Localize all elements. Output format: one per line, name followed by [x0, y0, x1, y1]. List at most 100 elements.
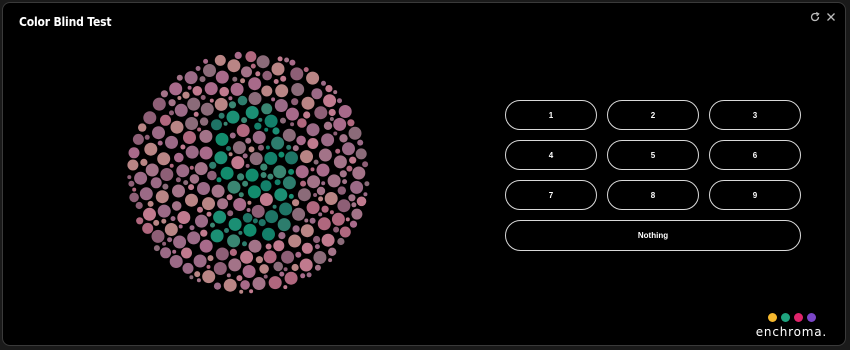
plate-dot [175, 177, 181, 183]
refresh-icon[interactable] [809, 11, 821, 23]
plate-dot [258, 144, 264, 151]
plate-dot [162, 241, 167, 246]
plate-dot [213, 262, 227, 275]
plate-dot [165, 135, 178, 149]
answer-button-2[interactable]: 2 [607, 100, 699, 130]
plate-dot [291, 263, 299, 272]
plate-dot [189, 174, 200, 184]
plate-dot [239, 289, 244, 294]
plate-dot [214, 151, 228, 165]
plate-dot [227, 234, 241, 248]
plate-dot [267, 173, 274, 180]
answer-button-3[interactable]: 3 [709, 100, 801, 130]
plate-dot [162, 183, 169, 190]
plate-dot [273, 79, 279, 84]
plate-dot [128, 180, 135, 187]
answer-button-1[interactable]: 1 [505, 100, 597, 130]
plate-dot [317, 217, 331, 231]
plate-dot [363, 192, 368, 197]
plate-dot [237, 95, 248, 106]
plate-dot [234, 51, 242, 59]
plate-dot [350, 180, 364, 194]
plate-dot [274, 179, 281, 186]
plate-dot [213, 210, 227, 224]
close-icon[interactable] [825, 11, 837, 23]
answer-button-8[interactable]: 8 [607, 180, 699, 210]
plate-dot [168, 99, 176, 107]
plate-dot [144, 134, 150, 140]
plate-dot [262, 70, 272, 81]
answer-button-4[interactable]: 4 [505, 140, 597, 170]
plate-dot [348, 126, 362, 140]
plate-dot [273, 165, 287, 179]
plate-dot [185, 117, 199, 130]
plate-dot [291, 83, 305, 96]
plate-dot [226, 146, 231, 151]
plate-dot [214, 97, 228, 111]
plate-dot [223, 121, 228, 126]
plate-dot [307, 175, 321, 189]
plate-dot [277, 218, 291, 232]
plate-dot [248, 146, 255, 153]
plate-dot [143, 207, 156, 221]
plate-dot [176, 164, 190, 178]
answer-button-5[interactable]: 5 [607, 140, 699, 170]
plate-dot [232, 76, 238, 82]
plate-dot [139, 187, 153, 201]
plate-dot [355, 148, 367, 160]
plate-dot [337, 186, 346, 195]
plate-dot [226, 194, 233, 201]
plate-dot [260, 163, 268, 171]
plate-dot [160, 90, 168, 98]
plate-dot [318, 148, 332, 162]
plate-dot [127, 175, 132, 180]
plate-dot [264, 114, 278, 128]
plate-dot [129, 192, 139, 203]
answer-button-9[interactable]: 9 [709, 180, 801, 210]
plate-dot [263, 250, 277, 264]
plate-dot [256, 55, 270, 69]
ishihara-plate [127, 51, 370, 294]
plate-dot [164, 223, 178, 236]
plate-dot [337, 237, 345, 246]
plate-dot [209, 161, 217, 169]
plate-dot [313, 159, 319, 165]
plate-dot [197, 182, 210, 195]
plate-dot [279, 202, 293, 216]
plate-dot [351, 202, 357, 208]
plate-dot [321, 181, 326, 186]
plate-dot [297, 118, 307, 128]
plate-dot [169, 82, 183, 96]
window-title: Color Blind Test [19, 15, 112, 29]
plate-dot [303, 67, 309, 73]
plate-dot [248, 92, 262, 105]
logo-dot [794, 313, 803, 322]
plate-dot [278, 232, 286, 240]
plate-dot [297, 188, 311, 202]
plate-dot [177, 96, 182, 100]
answer-button-nothing[interactable]: Nothing [505, 220, 801, 251]
plate-dot [263, 274, 268, 279]
plate-dot [143, 111, 157, 125]
plate-dot [241, 117, 248, 124]
answer-button-7[interactable]: 7 [505, 180, 597, 210]
plate-dot [183, 131, 196, 144]
plate-dot [300, 224, 314, 238]
plate-dot [300, 273, 306, 279]
plate-dot [342, 179, 348, 185]
plate-dot [258, 219, 266, 227]
plate-dot [240, 280, 250, 290]
plate-dot [345, 217, 350, 222]
plate-dot [213, 282, 222, 290]
plate-dot [238, 192, 244, 198]
plate-dot [192, 86, 203, 96]
plate-dot [328, 108, 336, 117]
plate-dot [285, 107, 299, 121]
answer-button-6[interactable]: 6 [709, 140, 801, 170]
plate-dot [169, 163, 174, 168]
plate-dot [200, 95, 206, 100]
plate-dot [316, 186, 326, 196]
plate-dot [311, 88, 323, 100]
plate-dot [252, 218, 258, 224]
plate-dot [339, 134, 348, 143]
